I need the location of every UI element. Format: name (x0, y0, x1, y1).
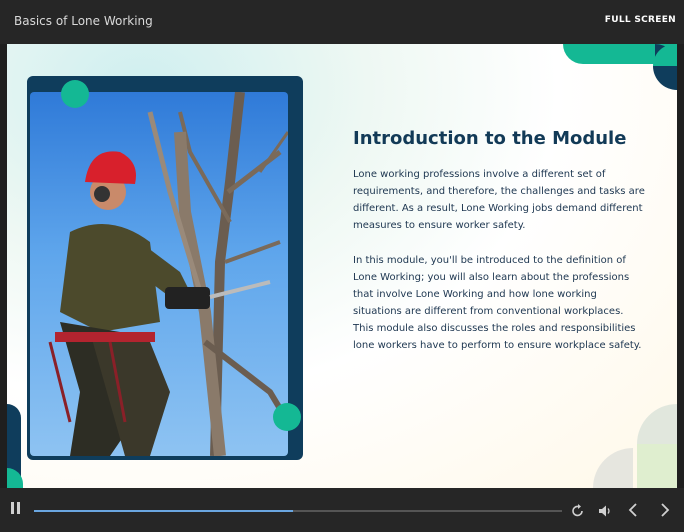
progress-bar[interactable] (34, 510, 562, 512)
player-header: Basics of Lone Working FULL SCREEN (0, 0, 684, 44)
pause-icon[interactable] (11, 502, 21, 518)
intro-paragraph: Lone working professions involve a diffe… (353, 169, 645, 231)
player-controls (0, 488, 684, 532)
progress-fill (34, 510, 293, 512)
previous-icon[interactable] (628, 503, 638, 521)
arborist-illustration (48, 92, 288, 456)
decor-circle-photo-bottom-right (273, 403, 301, 431)
module-overview-paragraph: In this module, you'll be introduced to … (353, 255, 642, 351)
next-icon[interactable] (660, 503, 670, 521)
decor-circle-photo-top-left (61, 80, 89, 108)
arborist-photo (30, 92, 288, 456)
replay-icon[interactable] (571, 504, 585, 522)
volume-icon[interactable] (598, 504, 612, 522)
slide-canvas: Introduction to the Module Lone working … (7, 44, 677, 488)
decor-quarter-circle-top-right (653, 44, 677, 90)
fullscreen-button[interactable]: FULL SCREEN (605, 15, 676, 25)
course-title: Basics of Lone Working (14, 14, 153, 28)
slide-title: Introduction to the Module (353, 128, 627, 149)
decor-shapes-bottom-right (593, 404, 677, 488)
decor-shapes-bottom-left (7, 404, 23, 488)
